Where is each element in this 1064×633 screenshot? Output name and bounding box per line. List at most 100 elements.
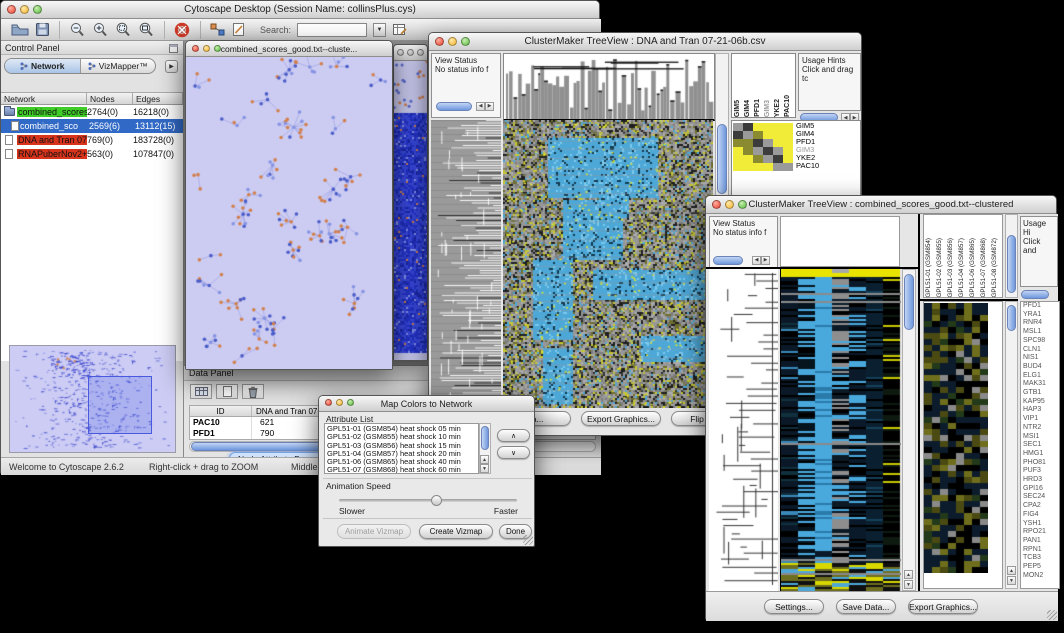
gene-label[interactable]: SEC24 xyxy=(1023,493,1059,502)
gene-label[interactable]: BUD4 xyxy=(1023,363,1059,372)
help-lifebuoy-icon[interactable] xyxy=(174,22,191,38)
close-icon[interactable] xyxy=(397,49,404,56)
gene-label[interactable]: PUF3 xyxy=(1023,467,1059,476)
heatmap-canvas[interactable] xyxy=(780,269,901,591)
id-column-header[interactable]: ID xyxy=(190,406,252,416)
scroll-thumb[interactable] xyxy=(904,274,914,330)
table-select-icon[interactable] xyxy=(190,384,212,399)
column-label[interactable]: GPL51-02 (GSM855) xyxy=(936,238,947,298)
gene-label[interactable]: SPC98 xyxy=(1023,337,1059,346)
mini-heatmap[interactable] xyxy=(733,123,793,171)
scroll-thumb[interactable] xyxy=(436,102,472,111)
gene-label[interactable]: PHO81 xyxy=(1023,459,1059,468)
minimize-icon[interactable] xyxy=(448,37,457,46)
scroll-up-icon[interactable]: ▲ xyxy=(904,570,913,579)
column-dendrogram-canvas[interactable] xyxy=(503,53,715,121)
animate-vizmap-button[interactable]: Animate Vizmap xyxy=(337,524,411,539)
gene-label[interactable]: RPN1 xyxy=(1023,546,1059,555)
gene-label[interactable]: GTB1 xyxy=(1023,389,1059,398)
gene-label[interactable]: RNR4 xyxy=(1023,319,1059,328)
gene-label[interactable]: NIS1 xyxy=(1023,354,1059,363)
gene-label[interactable]: MON2 xyxy=(1023,572,1059,581)
scroll-left-icon[interactable]: ◀ xyxy=(752,256,761,265)
network-row[interactable]: DNA and Tran 07 769(0) 183728(0) xyxy=(1,133,183,147)
zoom-window-icon[interactable] xyxy=(461,37,470,46)
gene-label[interactable]: VIP1 xyxy=(1023,415,1059,424)
network-view-canvas[interactable] xyxy=(186,57,392,369)
zoom-window-icon[interactable] xyxy=(417,49,424,56)
column-label[interactable]: GPL51-01 (GSM854) xyxy=(925,238,936,298)
attribute-browser-icon[interactable] xyxy=(392,22,408,37)
animation-speed-slider[interactable] xyxy=(339,499,517,502)
gene-label[interactable]: GPI16 xyxy=(1023,485,1059,494)
gene-label[interactable]: HMG1 xyxy=(1023,450,1059,459)
row-dendrogram-canvas[interactable] xyxy=(431,120,501,408)
gene-label[interactable]: HRD3 xyxy=(1023,476,1059,485)
save-icon[interactable] xyxy=(35,22,50,37)
gene-label[interactable]: YRA1 xyxy=(1023,311,1059,320)
close-icon[interactable] xyxy=(712,200,721,209)
treeview2-titlebar[interactable]: ClusterMaker TreeView : combined_scores_… xyxy=(706,196,1056,214)
move-down-button[interactable]: ∨ xyxy=(497,446,530,459)
zoom-selected-icon[interactable] xyxy=(115,22,132,38)
gene-label[interactable]: SEC1 xyxy=(1023,441,1059,450)
column-label[interactable]: GPL51-03 (GSM856) xyxy=(947,238,958,298)
node-attributes-icon[interactable] xyxy=(210,22,226,37)
minimize-icon[interactable] xyxy=(20,5,29,14)
treeview-button[interactable]: Export Graphics... xyxy=(908,599,978,614)
gene-label[interactable]: FIG4 xyxy=(1023,511,1059,520)
column-label[interactable]: GPL51-06 (GSM865) xyxy=(969,238,980,298)
window-controls[interactable] xyxy=(712,200,747,209)
attribute-item[interactable]: GPL51-07 (GSM868) heat shock 60 min xyxy=(327,466,476,474)
treeview1-titlebar[interactable]: ClusterMaker TreeView : DNA and Tran 07-… xyxy=(429,33,861,51)
col-header-edges[interactable]: Edges xyxy=(133,93,183,104)
tab-overflow-button[interactable]: ▶ xyxy=(165,60,178,73)
scroll-thumb[interactable] xyxy=(713,256,743,265)
gene-label[interactable]: RPO21 xyxy=(1023,528,1059,537)
window-controls[interactable] xyxy=(435,37,470,46)
minimize-icon[interactable] xyxy=(725,200,734,209)
gene-label[interactable]: PFD1 xyxy=(1023,302,1059,311)
main-titlebar[interactable]: Cytoscape Desktop (Session Name: collins… xyxy=(1,1,599,19)
create-vizmap-button[interactable]: Create Vizmap xyxy=(419,524,493,539)
zoom-out-icon[interactable] xyxy=(69,22,86,38)
treeview-button[interactable]: Settings... xyxy=(764,599,824,614)
gene-label[interactable]: HAP3 xyxy=(1023,406,1059,415)
scroll-thumb[interactable] xyxy=(1007,235,1016,293)
trash-icon[interactable] xyxy=(242,384,264,399)
gene-label[interactable]: KAP95 xyxy=(1023,398,1059,407)
background-window-titlebar[interactable] xyxy=(394,45,427,61)
scroll-up-icon[interactable]: ▲ xyxy=(480,455,489,464)
attribute-list-scrollbar[interactable]: ▲ ▼ xyxy=(479,423,491,474)
col-header-nodes[interactable]: Nodes xyxy=(87,93,133,104)
heatmap-vscrollbar[interactable]: ▲ ▼ xyxy=(902,269,916,591)
zoom-heatmap-canvas[interactable] xyxy=(924,303,988,573)
network-row[interactable]: combined_scores 2764(0) 16218(0) xyxy=(1,105,183,119)
column-label[interactable]: GPL51-04 (GSM857) xyxy=(958,238,969,298)
gene-label[interactable]: MAK31 xyxy=(1023,380,1059,389)
heatmap-canvas[interactable] xyxy=(503,120,713,408)
zoom-window-icon[interactable] xyxy=(347,399,354,406)
gene-label[interactable]: MSI1 xyxy=(1023,433,1059,442)
scroll-down-icon[interactable]: ▼ xyxy=(904,580,913,589)
zoom-window-icon[interactable] xyxy=(33,5,42,14)
window-controls[interactable] xyxy=(397,49,424,56)
new-attribute-icon[interactable] xyxy=(216,384,238,399)
column-label[interactable]: PAC10 xyxy=(784,95,794,117)
column-dendrogram-area[interactable] xyxy=(780,216,900,267)
labels-vscrollbar[interactable] xyxy=(1005,214,1018,298)
scroll-right-icon[interactable]: ▶ xyxy=(761,256,770,265)
network-row[interactable]: RNAPuberNov2+ 563(0) 107847(0) xyxy=(1,147,183,161)
scroll-right-icon[interactable]: ▶ xyxy=(485,102,494,111)
column-label[interactable]: GPL51-08 (GSM872) xyxy=(991,238,1002,298)
gene-label[interactable]: ELG1 xyxy=(1023,372,1059,381)
close-icon[interactable] xyxy=(435,37,444,46)
zoom-fit-icon[interactable] xyxy=(138,22,155,38)
column-label[interactable]: GIM3 xyxy=(764,100,774,117)
column-label[interactable]: PFD1 xyxy=(754,99,764,117)
annotation-icon[interactable] xyxy=(232,22,246,37)
gene-label[interactable]: PAN1 xyxy=(1023,537,1059,546)
zoom-window-icon[interactable] xyxy=(214,45,221,52)
scroll-thumb[interactable] xyxy=(481,426,489,450)
birdseye-viewport-rect[interactable] xyxy=(88,376,152,434)
